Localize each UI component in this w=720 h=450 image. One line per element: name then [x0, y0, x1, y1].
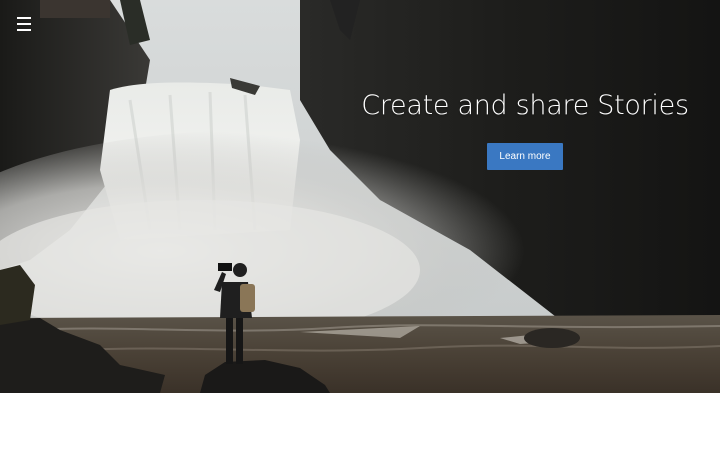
- learn-more-button[interactable]: Learn more: [487, 143, 563, 170]
- content-area: [0, 393, 720, 450]
- hamburger-menu-icon: [17, 17, 31, 19]
- hero-background-image: [0, 0, 720, 393]
- hero-section: Create and share Stories Learn more: [0, 0, 720, 393]
- hero-title: Create and share Stories: [361, 90, 689, 121]
- hamburger-menu-icon-bar: [17, 29, 31, 31]
- page: Create and share Stories Learn more: [0, 0, 720, 450]
- hamburger-menu-icon-bar: [17, 23, 31, 25]
- menu-button[interactable]: [13, 13, 37, 35]
